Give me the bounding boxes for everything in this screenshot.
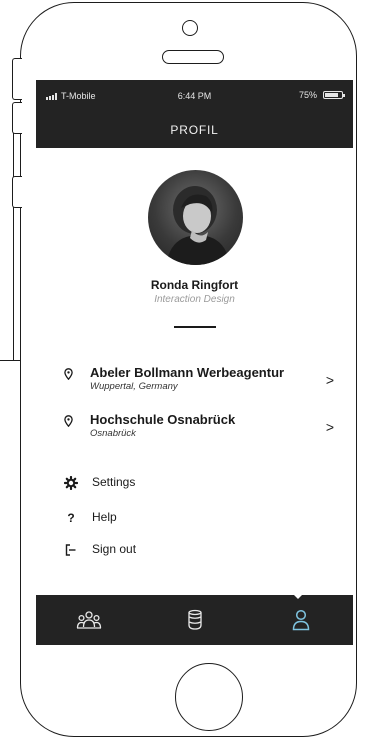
home-button[interactable]: [175, 663, 243, 731]
menu-label: Sign out: [92, 542, 137, 556]
annotation-line: [13, 124, 15, 361]
chevron-right-icon: >: [325, 419, 334, 435]
sign-out-icon: [65, 544, 76, 556]
location-item[interactable]: Hochschule Osnabrück Osnabrück >: [54, 412, 344, 446]
tab-bar: [36, 595, 353, 645]
menu-item-help[interactable]: ? Help: [54, 509, 254, 529]
chevron-right-icon: >: [325, 372, 334, 388]
location-title: Abeler Bollmann Werbeagentur: [90, 365, 285, 380]
nav-bar: PROFIL: [36, 113, 353, 148]
active-tab-indicator: [291, 592, 305, 599]
mute-switch: [12, 58, 22, 100]
status-bar: T-Mobile 6:44 PM 75%: [36, 80, 353, 113]
app-screen: T-Mobile 6:44 PM 75% PROFIL Ronda Ringfo…: [36, 80, 353, 645]
front-camera: [182, 20, 198, 36]
tab-profile[interactable]: [248, 595, 353, 645]
annotation-line: [0, 360, 20, 362]
location-title: Hochschule Osnabrück: [90, 412, 236, 427]
location-subtitle: Wuppertal, Germany: [90, 381, 178, 392]
profile-role: Interaction Design: [154, 294, 235, 305]
volume-down-button: [12, 176, 22, 208]
avatar[interactable]: [148, 170, 243, 265]
location-pin-icon: [64, 368, 73, 380]
avatar-portrait: [166, 186, 230, 265]
community-icon: [76, 611, 101, 629]
earpiece-speaker: [162, 50, 224, 64]
gear-icon: [64, 476, 78, 490]
battery-icon: [323, 91, 345, 99]
divider: [174, 326, 216, 328]
question-icon: ?: [67, 511, 75, 525]
location-subtitle: Osnabrück: [90, 428, 136, 439]
cup-icon: [187, 609, 202, 630]
tab-community[interactable]: [36, 595, 141, 645]
menu-item-sign-out[interactable]: Sign out: [54, 541, 254, 561]
battery-status: 75%: [298, 90, 345, 100]
user-icon: [292, 609, 309, 631]
page-title: PROFIL: [170, 123, 219, 137]
location-pin-icon: [64, 415, 73, 427]
volume-up-button: [12, 102, 22, 134]
location-item[interactable]: Abeler Bollmann Werbeagentur Wuppertal, …: [54, 365, 344, 399]
menu-label: Settings: [92, 475, 136, 489]
profile-name: Ronda Ringfort: [150, 278, 239, 292]
menu-item-settings[interactable]: Settings: [54, 474, 254, 494]
menu-label: Help: [92, 510, 117, 524]
battery-percent: 75%: [298, 90, 317, 100]
tab-cup[interactable]: [142, 595, 247, 645]
